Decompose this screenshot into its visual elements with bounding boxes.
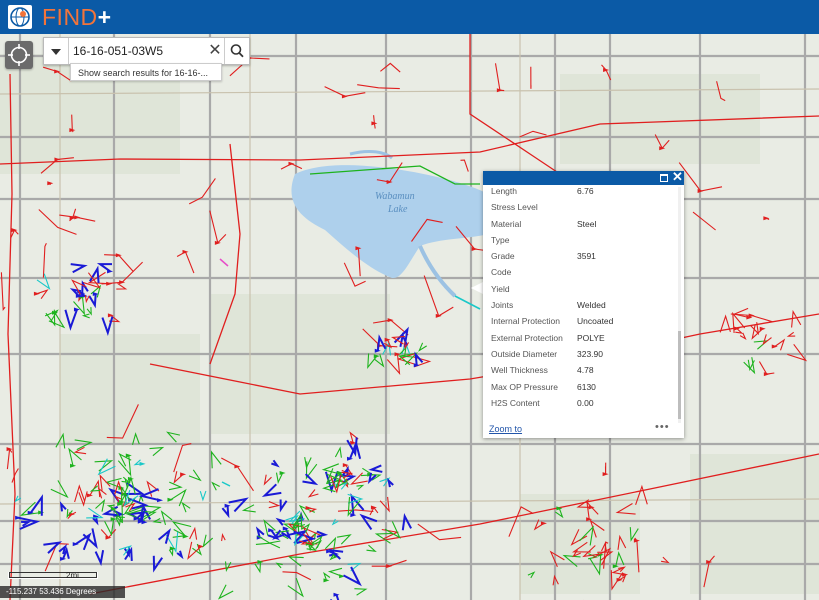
app-header: FIND+	[0, 0, 819, 34]
attr-row: Stress Level	[491, 199, 671, 215]
globe-logo-icon[interactable]	[8, 5, 32, 29]
zoom-to-link[interactable]: Zoom to	[489, 424, 522, 434]
attr-row: Well Thickness 4.78	[491, 362, 671, 378]
attr-value: 323.90	[577, 348, 603, 359]
caret-down-icon	[51, 49, 61, 55]
scale-line	[8, 572, 98, 579]
attr-row: Grade 3591	[491, 248, 671, 264]
attr-row: External Protection POLYE	[491, 330, 671, 346]
scale-bar: 2mi	[8, 570, 100, 582]
attr-label: Type	[491, 234, 510, 245]
attr-label: Stress Level	[491, 202, 538, 213]
attr-label: Well Thickness	[491, 365, 548, 376]
attr-label: External Protection	[491, 332, 563, 343]
attr-label: Joints	[491, 300, 514, 311]
coordinate-readout: -115.237 53.436 Degrees	[0, 586, 125, 598]
search-button[interactable]	[224, 38, 250, 64]
maximize-icon[interactable]	[660, 174, 668, 182]
attr-row: Length 6.76	[491, 183, 671, 199]
close-icon[interactable]: ✕	[672, 170, 683, 184]
lake-label-wabamun: Wabamun	[375, 191, 415, 202]
attr-label: Yield	[491, 283, 510, 294]
map-view[interactable]: Wabamun Lake	[0, 34, 819, 600]
attr-label: Code	[491, 267, 512, 278]
attr-label: Grade	[491, 251, 515, 262]
attr-value: 0.00	[577, 397, 594, 408]
popup-pointer	[471, 282, 483, 294]
attr-row: Code	[491, 264, 671, 280]
attr-label: Internal Protection	[491, 316, 560, 327]
attr-row: Internal Protection Uncoated	[491, 313, 671, 329]
attr-value: Steel	[577, 218, 597, 229]
locate-button[interactable]	[5, 41, 33, 69]
attr-label: Length	[491, 186, 517, 196]
attr-value: 6130	[577, 381, 596, 392]
search-icon	[230, 44, 244, 58]
search-source-dropdown[interactable]	[44, 38, 69, 64]
more-options-button[interactable]: •••	[655, 421, 670, 433]
attr-row: H2S Content 0.00	[491, 395, 671, 411]
attr-row: Material Steel	[491, 216, 671, 232]
attr-value: Welded	[577, 300, 606, 311]
attr-row: Yield	[491, 281, 671, 297]
attr-value: 4.78	[577, 365, 594, 376]
map-canvas[interactable]: Wabamun Lake	[0, 34, 819, 600]
locate-crosshair-icon	[8, 44, 30, 66]
search-input[interactable]	[73, 38, 203, 64]
search-suggestion[interactable]: Show search results for 16-16-...	[70, 63, 222, 81]
attr-row: Max OP Pressure 6130	[491, 379, 671, 395]
attr-label: Material	[491, 218, 522, 229]
attr-value: Uncoated	[577, 316, 614, 327]
attr-label: Outside Diameter	[491, 348, 558, 359]
popup-scroll-thumb[interactable]	[678, 331, 681, 419]
feature-popup: ✕ Length 6.76 Stress Level Material Steel …	[483, 170, 684, 438]
attr-label: H2S Content	[491, 397, 540, 408]
clear-x-icon[interactable]: ✕	[206, 41, 224, 61]
scale-label: 2mi	[66, 571, 79, 580]
attr-value: 6.76	[577, 186, 594, 196]
attr-row: Joints Welded	[491, 297, 671, 313]
attr-label: Max OP Pressure	[491, 381, 558, 392]
attr-value: 3591	[577, 251, 596, 262]
attr-value: POLYE	[577, 332, 605, 343]
app-title-plus: +	[97, 4, 112, 30]
app-title: FIND+	[42, 3, 112, 31]
app-title-main: FIND	[42, 4, 98, 30]
attr-row: Outside Diameter 323.90	[491, 346, 671, 362]
attr-row: Type	[491, 232, 671, 248]
popup-attributes: Length 6.76 Stress Level Material Steel Ty…	[491, 183, 671, 411]
lake-label-lake: Lake	[387, 204, 408, 215]
search-bar: ✕	[43, 37, 250, 65]
